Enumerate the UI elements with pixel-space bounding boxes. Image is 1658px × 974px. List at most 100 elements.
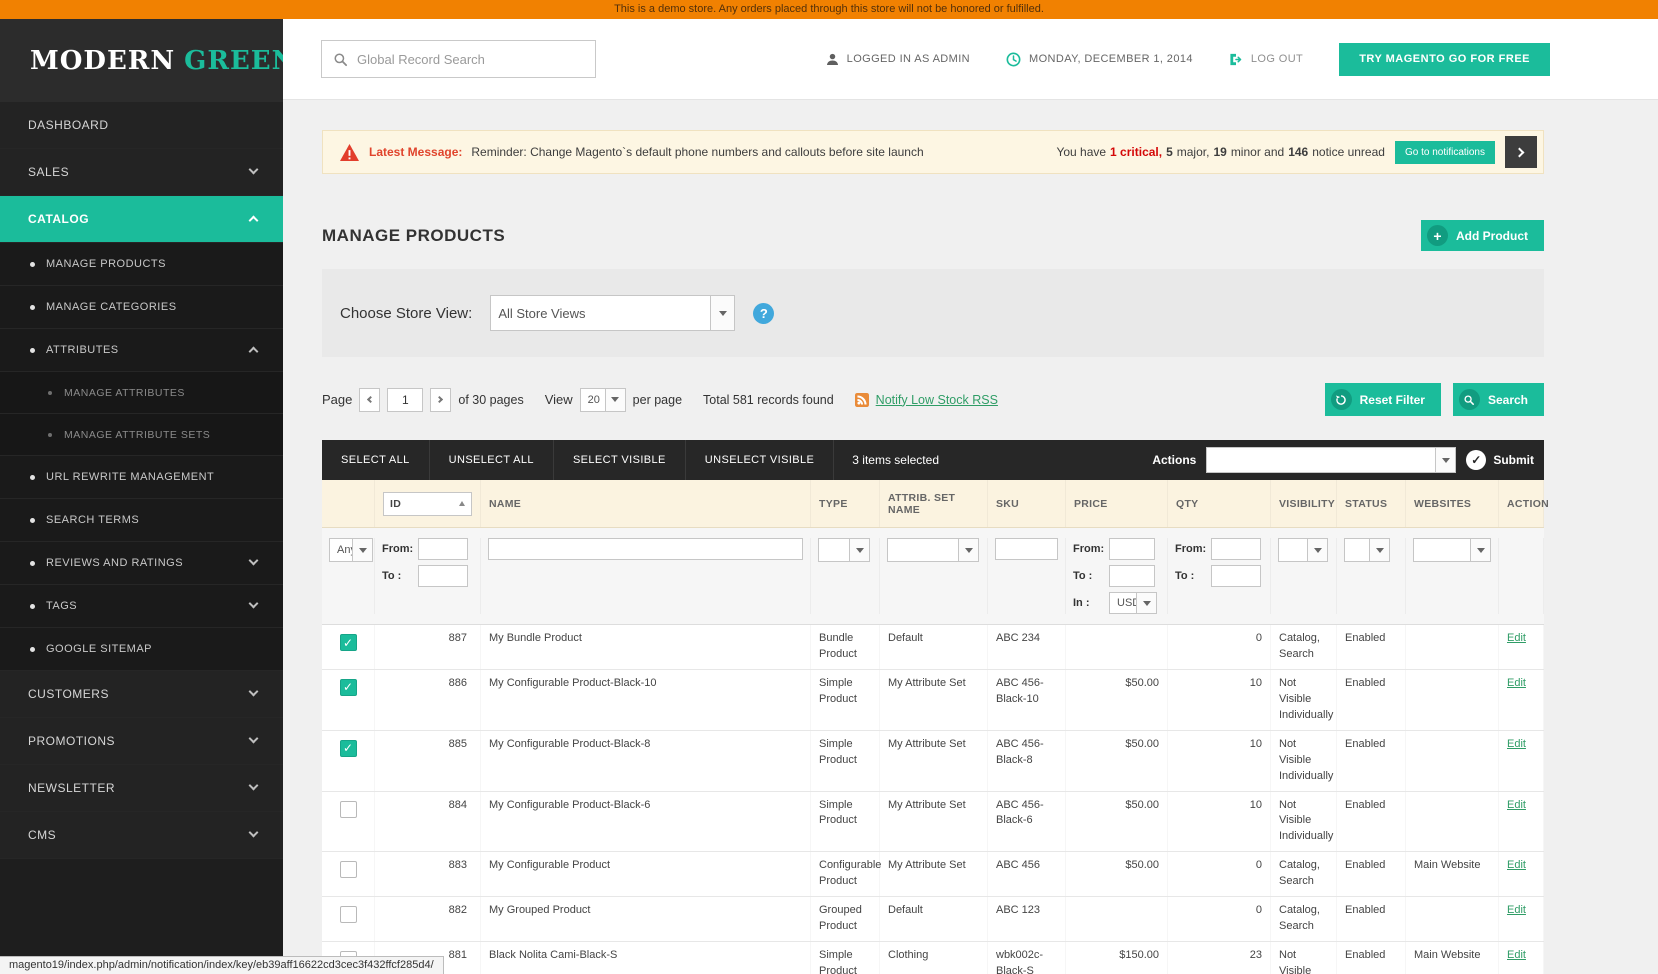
checkbox-filter-select[interactable]: Any [329,538,373,562]
sidebar-item-manage-attributes[interactable]: MANAGE ATTRIBUTES [0,372,283,414]
table-body: ✓ 887 My Bundle Product Bundle Product Defau… [322,625,1544,974]
type-filter-select[interactable] [818,538,870,562]
submit-button[interactable]: ✓ Submit [1466,450,1534,470]
actions-select[interactable] [1206,447,1457,473]
sidebar-item-manage-categories[interactable]: MANAGE CATEGORIES [0,286,283,329]
edit-link[interactable]: Edit [1507,904,1526,916]
prev-page-button[interactable] [359,387,381,412]
sku-filter-input[interactable] [995,538,1058,560]
filter-cell-sku [988,538,1066,614]
price-to-input[interactable] [1109,565,1155,587]
sidebar-item-search-terms[interactable]: SEARCH TERMS [0,499,283,542]
qty-to-input[interactable] [1211,565,1261,587]
notification-next-button[interactable] [1505,136,1537,168]
price-from-input[interactable] [1109,538,1155,560]
sidebar-item-dashboard[interactable]: DASHBOARD [0,102,283,149]
row-checkbox[interactable] [339,800,357,818]
sidebar-item-sales[interactable]: SALES [0,149,283,196]
edit-link[interactable]: Edit [1507,949,1526,961]
cell-checkbox [322,897,375,941]
sidebar-item-label: CUSTOMERS [28,687,109,701]
name-filter-input[interactable] [488,538,803,560]
unselect-visible-button[interactable]: UNSELECT VISIBLE [686,440,835,480]
unselect-all-button[interactable]: UNSELECT ALL [430,440,554,480]
logo[interactable]: MODERN GREEN [0,19,295,102]
column-header-sku[interactable]: SKU [988,480,1066,527]
attrib-set-filter-select[interactable] [887,538,979,562]
sidebar-item-cms[interactable]: CMS [0,812,283,859]
cell-id: 886 [375,670,481,730]
websites-filter-select[interactable] [1413,538,1491,562]
dropdown-arrow-icon [1307,539,1327,561]
sidebar-item-label: REVIEWS AND RATINGS [46,557,184,569]
filter-cell-name [481,538,811,614]
edit-link[interactable]: Edit [1507,859,1526,871]
row-checkbox[interactable] [339,861,357,879]
sidebar-item-promotions[interactable]: PROMOTIONS [0,718,283,765]
per-page-select[interactable]: 20 [579,387,626,412]
sidebar-item-url-rewrite-management[interactable]: URL REWRITE MANAGEMENT [0,456,283,499]
filter-cell-type [811,538,880,614]
currency-filter-select[interactable]: USD [1109,592,1157,614]
page-number-input[interactable] [387,387,424,412]
select-visible-button[interactable]: SELECT VISIBLE [554,440,686,480]
qty-from-input[interactable] [1211,538,1261,560]
column-header-type[interactable]: TYPE [811,480,880,527]
sidebar-item-google-sitemap[interactable]: GOOGLE SITEMAP [0,628,283,671]
chevron-down-icon [248,598,259,609]
column-header-visibility[interactable]: VISIBILITY [1271,480,1337,527]
status-filter-select[interactable] [1344,538,1390,562]
search-button[interactable]: Search [1452,383,1544,416]
row-checkbox[interactable]: ✓ [339,678,357,696]
edit-link[interactable]: Edit [1507,677,1526,689]
sidebar-item-newsletter[interactable]: NEWSLETTER [0,765,283,812]
sidebar-item-attributes[interactable]: ATTRIBUTES [0,329,283,372]
column-header-name[interactable]: NAME [481,480,811,527]
column-header-status[interactable]: STATUS [1337,480,1406,527]
edit-link[interactable]: Edit [1507,632,1526,644]
sidebar-item-manage-products[interactable]: MANAGE PRODUCTS [0,243,283,286]
sidebar-item-label: GOOGLE SITEMAP [46,643,153,655]
add-product-button[interactable]: + Add Product [1421,220,1544,251]
column-header-id[interactable]: ID [375,480,481,527]
mass-actions-bar: SELECT ALL UNSELECT ALL SELECT VISIBLE U… [322,440,1544,480]
select-all-button[interactable]: SELECT ALL [322,440,430,480]
cell-qty: 23 [1168,942,1271,974]
to-label: To : [1073,570,1093,582]
critical-count: 1 critical, [1110,145,1163,159]
reset-filter-button[interactable]: Reset Filter [1324,383,1441,416]
edit-link[interactable]: Edit [1507,738,1526,750]
sidebar-item-tags[interactable]: TAGS [0,585,283,628]
sidebar-item-reviews-and-ratings[interactable]: REVIEWS AND RATINGS [0,542,283,585]
global-search-input[interactable] [357,51,584,67]
help-icon[interactable]: ? [753,302,775,324]
logo-word-green: GREEN [184,45,297,76]
row-checkbox[interactable] [339,906,357,924]
store-view-select[interactable]: All Store Views [490,295,736,331]
filter-cell-status [1337,538,1406,614]
cell-sku: ABC 456-Black-10 [988,670,1066,730]
visibility-filter-select[interactable] [1278,538,1328,562]
column-header-qty[interactable]: QTY [1168,480,1271,527]
cell-status: Enabled [1337,792,1406,852]
sort-arrow-icon [459,501,465,506]
sidebar-item-customers[interactable]: CUSTOMERS [0,671,283,718]
edit-link[interactable]: Edit [1507,799,1526,811]
column-header-action[interactable]: ACTION [1499,480,1549,527]
column-header-websites[interactable]: WEBSITES [1406,480,1499,527]
sidebar-item-catalog[interactable]: CATALOG [0,196,283,243]
next-page-button[interactable] [430,387,452,412]
logout-link[interactable]: LOG OUT [1229,53,1303,66]
id-to-input[interactable] [418,565,468,587]
cell-type: Configurable Product [811,852,881,896]
go-to-notifications-button[interactable]: Go to notifications [1394,140,1495,164]
column-header-attrib_set[interactable]: ATTRIB. SET NAME [880,480,988,527]
id-from-input[interactable] [418,538,468,560]
row-checkbox[interactable]: ✓ [339,634,357,651]
try-magento-button[interactable]: TRY MAGENTO GO FOR FREE [1339,42,1550,76]
notify-low-stock-rss-link[interactable]: Notify Low Stock RSS [876,393,998,407]
sidebar-item-manage-attribute-sets[interactable]: MANAGE ATTRIBUTE SETS [0,414,283,456]
row-checkbox[interactable]: ✓ [339,739,357,757]
column-header-price[interactable]: PRICE [1066,480,1168,527]
cell-name: Black Nolita Cami-Black-S [481,942,811,974]
